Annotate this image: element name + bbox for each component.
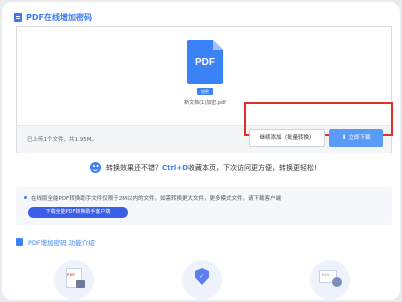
lock-icon	[76, 280, 85, 288]
feature-pdf-lock: PDF	[54, 260, 94, 300]
feature-doc-label: DOC	[322, 273, 330, 277]
page-title: PDF在线增加密码	[26, 13, 92, 22]
page-frame: PDF在线增加密码 PDF 加密 新文档(1)加密.pdf 已上传1个文件，共1…	[2, 2, 400, 300]
feature-doc-user: DOC	[310, 260, 350, 300]
page-header: PDF在线增加密码	[14, 12, 92, 23]
tip-text: 转换效果还不错？Ctrl+D收藏本页，下次访问更方便，转换更轻松!	[106, 163, 317, 173]
feature-shield: ✓	[182, 260, 222, 300]
tip-suffix: 收藏本页，下次访问更方便，转换更轻松!	[188, 163, 317, 172]
encrypted-badge: 加密	[197, 88, 213, 95]
smiley-icon	[90, 162, 101, 173]
notice-text: 在线版全能PDF转换助手文件仅限于2M以内的文件，如需转换更大文件，更多模式文件…	[31, 196, 281, 202]
document-icon	[14, 13, 22, 22]
pdf-file-fold	[213, 40, 223, 50]
bookmark-tip: 转换效果还不错？Ctrl+D收藏本页，下次访问更方便，转换更轻松!	[90, 162, 317, 173]
continue-add-button[interactable]: 继续添加（批量转换）	[249, 129, 325, 147]
download-client-button[interactable]: 下载全能PDF转换助手客户端	[28, 207, 128, 218]
bullet-dot	[24, 196, 27, 199]
file-name: 新文档(1)加密.pdf	[184, 100, 226, 106]
tip-prefix: 转换效果还不错？	[106, 163, 162, 172]
download-icon: ⬇	[341, 134, 347, 141]
download-button[interactable]: ⬇ 立即下载	[329, 129, 383, 147]
check-icon: ✓	[199, 273, 205, 280]
client-notice: 在线版全能PDF转换助手文件仅限于2M以内的文件，如需转换更大文件，更多模式文件…	[16, 187, 392, 225]
download-button-label: 立即下载	[348, 135, 371, 141]
features-header: PDF增加密码 功能介绍	[16, 237, 95, 247]
tip-shortcut: Ctrl+D	[162, 163, 189, 172]
feature-pdf-label: PDF	[67, 273, 75, 277]
document-icon	[16, 238, 23, 246]
user-icon	[332, 277, 342, 287]
upload-status-text: 已上传1个文件，共1.95M。	[27, 137, 97, 143]
features-title: PDF增加密码 功能介绍	[28, 239, 95, 247]
pdf-file-label: PDF	[195, 57, 215, 68]
